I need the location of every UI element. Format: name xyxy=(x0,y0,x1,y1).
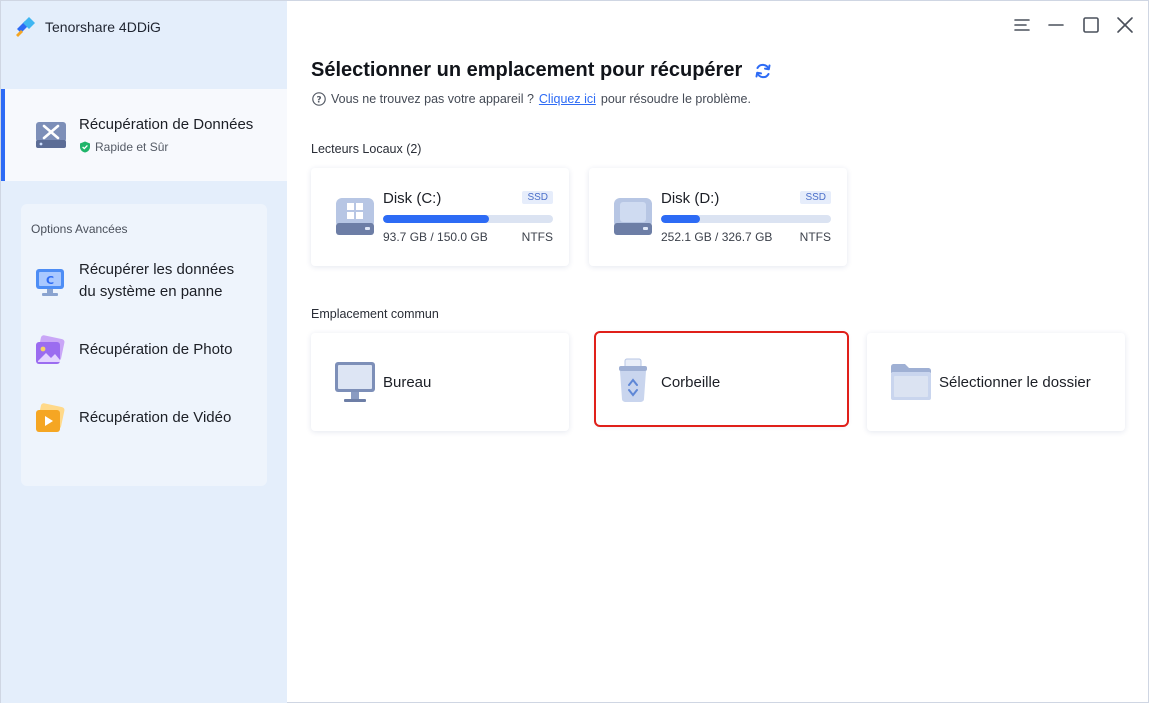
active-indicator xyxy=(1,89,5,181)
help-icon: ? xyxy=(312,92,326,106)
drive-usage-fill xyxy=(383,215,490,223)
drive-usage-fill xyxy=(661,215,701,223)
common-location-label: Emplacement commun xyxy=(311,307,439,321)
windows-drive-icon xyxy=(336,198,374,235)
sidebar-item-data-recovery[interactable]: Récupération de Données Rapide et Sûr xyxy=(1,89,287,181)
menu-icon[interactable] xyxy=(1012,15,1032,35)
advanced-options-title: Options Avancées xyxy=(31,222,128,236)
location-label: Sélectionner le dossier xyxy=(939,374,1091,391)
drive-name: Disk (C:) xyxy=(383,190,442,207)
drive-filesystem: NTFS xyxy=(521,230,553,244)
location-label: Bureau xyxy=(383,374,432,391)
folder-icon xyxy=(891,364,931,400)
brand: Tenorshare 4DDiG xyxy=(13,15,161,39)
app-window: Tenorshare 4DDiG Récupération de Données… xyxy=(0,0,1149,703)
brand-name: Tenorshare 4DDiG xyxy=(45,19,161,35)
recycle-bin-icon xyxy=(619,358,647,402)
maximize-icon[interactable] xyxy=(1081,15,1101,35)
sidebar-item-photo-recovery[interactable]: Récupération de Photo xyxy=(21,334,267,368)
subtitle-text: Rapide et Sûr xyxy=(95,140,169,154)
drive-size: 252.1 GB / 326.7 GB xyxy=(661,230,773,244)
drive-name: Disk (D:) xyxy=(661,190,720,207)
drive-type-badge: SSD xyxy=(800,191,831,204)
advanced-options-panel: Options Avancées C Récupérer les données… xyxy=(21,204,267,486)
drive-usage-bar xyxy=(661,215,831,223)
photo-recovery-label: Récupération de Photo xyxy=(79,341,233,358)
crashed-system-label-line1: Récupérer les données xyxy=(79,261,235,278)
drive-filesystem: NTFS xyxy=(799,230,831,244)
sidebar: Tenorshare 4DDiG Récupération de Données… xyxy=(1,1,287,703)
local-drives-label: Lecteurs Locaux (2) xyxy=(311,142,422,156)
crashed-computer-icon: C xyxy=(36,269,64,296)
video-icon xyxy=(36,403,65,432)
sidebar-item-title: Récupération de Données xyxy=(79,116,254,133)
location-card-select-folder[interactable]: Sélectionner le dossier xyxy=(867,333,1125,431)
crashed-system-label-line2: du système en panne xyxy=(79,283,223,300)
location-card-recycle-bin[interactable]: Corbeille xyxy=(594,331,849,427)
sidebar-item-subtitle: Rapide et Sûr xyxy=(79,140,168,154)
drive-type-badge: SSD xyxy=(522,191,553,204)
location-card-desktop[interactable]: Bureau xyxy=(311,333,569,431)
refresh-icon[interactable] xyxy=(754,62,772,80)
drive-card-d[interactable]: Disk (D:) SSD 252.1 GB / 326.7 GB NTFS xyxy=(589,168,847,266)
page-title: Sélectionner un emplacement pour récupér… xyxy=(311,59,772,82)
page-title-text: Sélectionner un emplacement pour récupér… xyxy=(311,59,743,81)
minimize-icon[interactable] xyxy=(1046,15,1066,35)
location-label: Corbeille xyxy=(661,374,721,391)
hint-text-after: pour résoudre le problème. xyxy=(600,92,751,106)
svg-text:C: C xyxy=(46,274,54,287)
drive-icon xyxy=(614,198,652,235)
device-hint: ? Vous ne trouvez pas votre appareil ? C… xyxy=(312,92,751,106)
sidebar-item-crashed-system[interactable]: C Récupérer les données du système en pa… xyxy=(21,259,267,305)
app-logo-icon xyxy=(16,17,35,37)
drive-usage-bar xyxy=(383,215,553,223)
video-recovery-label: Récupération de Vidéo xyxy=(79,409,232,426)
desktop-monitor-icon xyxy=(335,362,375,402)
click-here-link[interactable]: Cliquez ici xyxy=(539,92,596,106)
drive-size: 93.7 GB / 150.0 GB xyxy=(383,230,488,244)
svg-text:?: ? xyxy=(316,95,321,105)
close-icon[interactable] xyxy=(1115,15,1135,35)
shield-check-icon xyxy=(80,141,90,153)
drive-card-c[interactable]: Disk (C:) SSD 93.7 GB / 150.0 GB NTFS xyxy=(311,168,569,266)
photo-icon xyxy=(36,335,65,364)
sidebar-item-video-recovery[interactable]: Récupération de Vidéo xyxy=(21,402,267,436)
drive-tools-icon xyxy=(36,122,66,148)
hint-text-before: Vous ne trouvez pas votre appareil ? xyxy=(331,92,534,106)
